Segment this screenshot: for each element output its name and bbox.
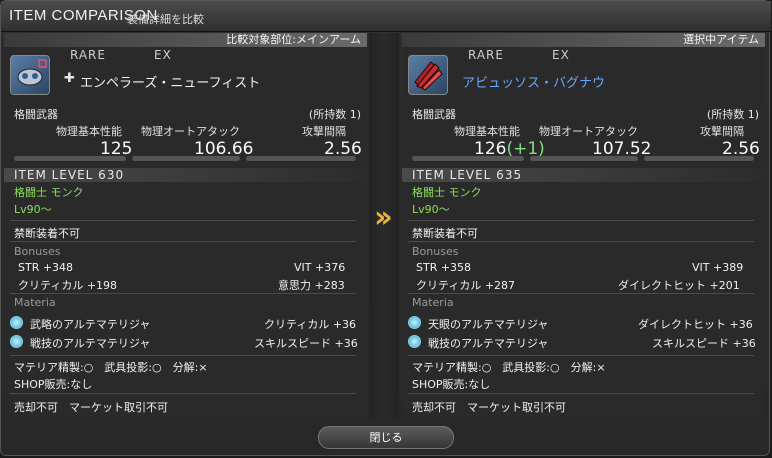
item-level: ITEM LEVEL 630 <box>14 168 125 182</box>
divider <box>408 220 754 221</box>
bonus-stat: クリティカル +287 <box>416 279 516 292</box>
stat-bar <box>246 156 356 161</box>
stat-label-delay: 攻撃間隔 <box>302 125 346 138</box>
trade-info: 売却不可 マーケット取引不可 <box>14 401 168 414</box>
owned-count: (所持数 1) <box>308 108 361 121</box>
materia-name: 武略のアルテマテリジャ <box>30 318 151 331</box>
ex-label: EX <box>154 48 172 62</box>
divider <box>10 355 356 356</box>
materia-icon <box>10 316 23 329</box>
materia-name: 戦技のアルテマテリジャ <box>428 337 549 350</box>
materia-effect: クリティカル +36 <box>264 318 357 331</box>
divider <box>408 241 754 242</box>
fist-weapon-icon <box>10 55 50 95</box>
stat-bar <box>132 156 240 161</box>
selected-item-panel: 選択中アイテム RARE EX アビュッソス・バグナウ 格闘武器 (所持数 1)… <box>402 33 765 418</box>
materia-name: 戦技のアルテマテリジャ <box>30 337 151 350</box>
claw-weapon-icon <box>408 55 448 95</box>
bonus-stat: VIT +389 <box>692 261 744 274</box>
close-button[interactable]: 閉じる <box>318 426 454 449</box>
materia-title: Materia <box>412 296 454 309</box>
divider <box>408 393 754 394</box>
shop-info: SHOP販売:なし <box>14 378 93 391</box>
job-requirement: 格闘士 モンク <box>14 186 84 199</box>
materia-effect: スキルスピード +36 <box>254 337 358 350</box>
materia-icon <box>408 316 421 329</box>
materia-title: Materia <box>14 296 56 309</box>
divider <box>408 355 754 356</box>
double-chevron-right-icon: ›› <box>374 200 393 235</box>
trade-info: 売却不可 マーケット取引不可 <box>412 401 566 414</box>
panel-header: 比較対象部位:メインアーム <box>4 33 367 47</box>
panel-header: 選択中アイテム <box>402 33 765 47</box>
glamour-plus-icon: ✚ <box>64 71 75 86</box>
level-requirement: Lv90～ <box>14 203 52 216</box>
bonus-stat: STR +348 <box>18 261 74 274</box>
bonus-stat: ダイレクトヒット +201 <box>618 279 740 292</box>
crafting-info: マテリア精製:○ 武具投影:○ 分解:× <box>412 361 606 374</box>
item-name: エンペラーズ・ニューフィスト <box>80 76 261 91</box>
window-subtitle: 装備詳細を比較 <box>127 13 204 26</box>
ex-label: EX <box>552 48 570 62</box>
restriction-text: 禁断装着不可 <box>14 227 80 240</box>
titlebar: ITEM COMPARISON 装備詳細を比較 <box>1 1 771 32</box>
rarity-label: RARE <box>468 48 504 62</box>
materia-name: 天眼のアルテマテリジャ <box>428 318 549 331</box>
stat-label-physical-damage: 物理基本性能 <box>56 125 122 138</box>
bonus-stat: 意思力 +283 <box>278 279 345 292</box>
materia-icon <box>10 335 23 348</box>
divider <box>10 220 356 221</box>
item-name: アビュッソス・バグナウ <box>462 76 606 91</box>
item-level: ITEM LEVEL 635 <box>412 168 523 182</box>
item-category: 格闘武器 <box>14 108 58 121</box>
divider <box>10 241 356 242</box>
bonuses-title: Bonuses <box>412 245 459 258</box>
stat-label-auto-attack: 物理オートアタック <box>539 125 638 138</box>
divider <box>10 293 356 294</box>
bonus-stat: STR +358 <box>416 261 472 274</box>
job-requirement: 格闘士 モンク <box>412 186 482 199</box>
crafting-info: マテリア精製:○ 武具投影:○ 分解:× <box>14 361 208 374</box>
stat-bar <box>412 156 524 161</box>
bonus-stat: VIT +376 <box>294 261 346 274</box>
rarity-label: RARE <box>70 48 106 62</box>
divider <box>10 393 356 394</box>
stat-label-physical-damage: 物理基本性能 <box>454 125 520 138</box>
item-category: 格闘武器 <box>412 108 456 121</box>
divider <box>408 293 754 294</box>
stat-label-auto-attack: 物理オートアタック <box>141 125 240 138</box>
stat-label-delay: 攻撃間隔 <box>700 125 744 138</box>
stat-bar <box>14 156 126 161</box>
materia-effect: ダイレクトヒット +36 <box>638 318 753 331</box>
stat-bar <box>530 156 638 161</box>
materia-icon <box>408 335 421 348</box>
shop-info: SHOP販売:なし <box>412 378 491 391</box>
bonuses-title: Bonuses <box>14 245 61 258</box>
materia-effect: スキルスピード +36 <box>652 337 756 350</box>
stat-bar <box>644 156 754 161</box>
owned-count: (所持数 1) <box>706 108 759 121</box>
level-requirement: Lv90～ <box>412 203 450 216</box>
restriction-text: 禁断装着不可 <box>412 227 478 240</box>
bonus-stat: クリティカル +198 <box>18 279 118 292</box>
compared-item-panel: 比較対象部位:メインアーム RARE EX ✚ エンペラーズ・ニューフィスト 格… <box>4 33 367 418</box>
